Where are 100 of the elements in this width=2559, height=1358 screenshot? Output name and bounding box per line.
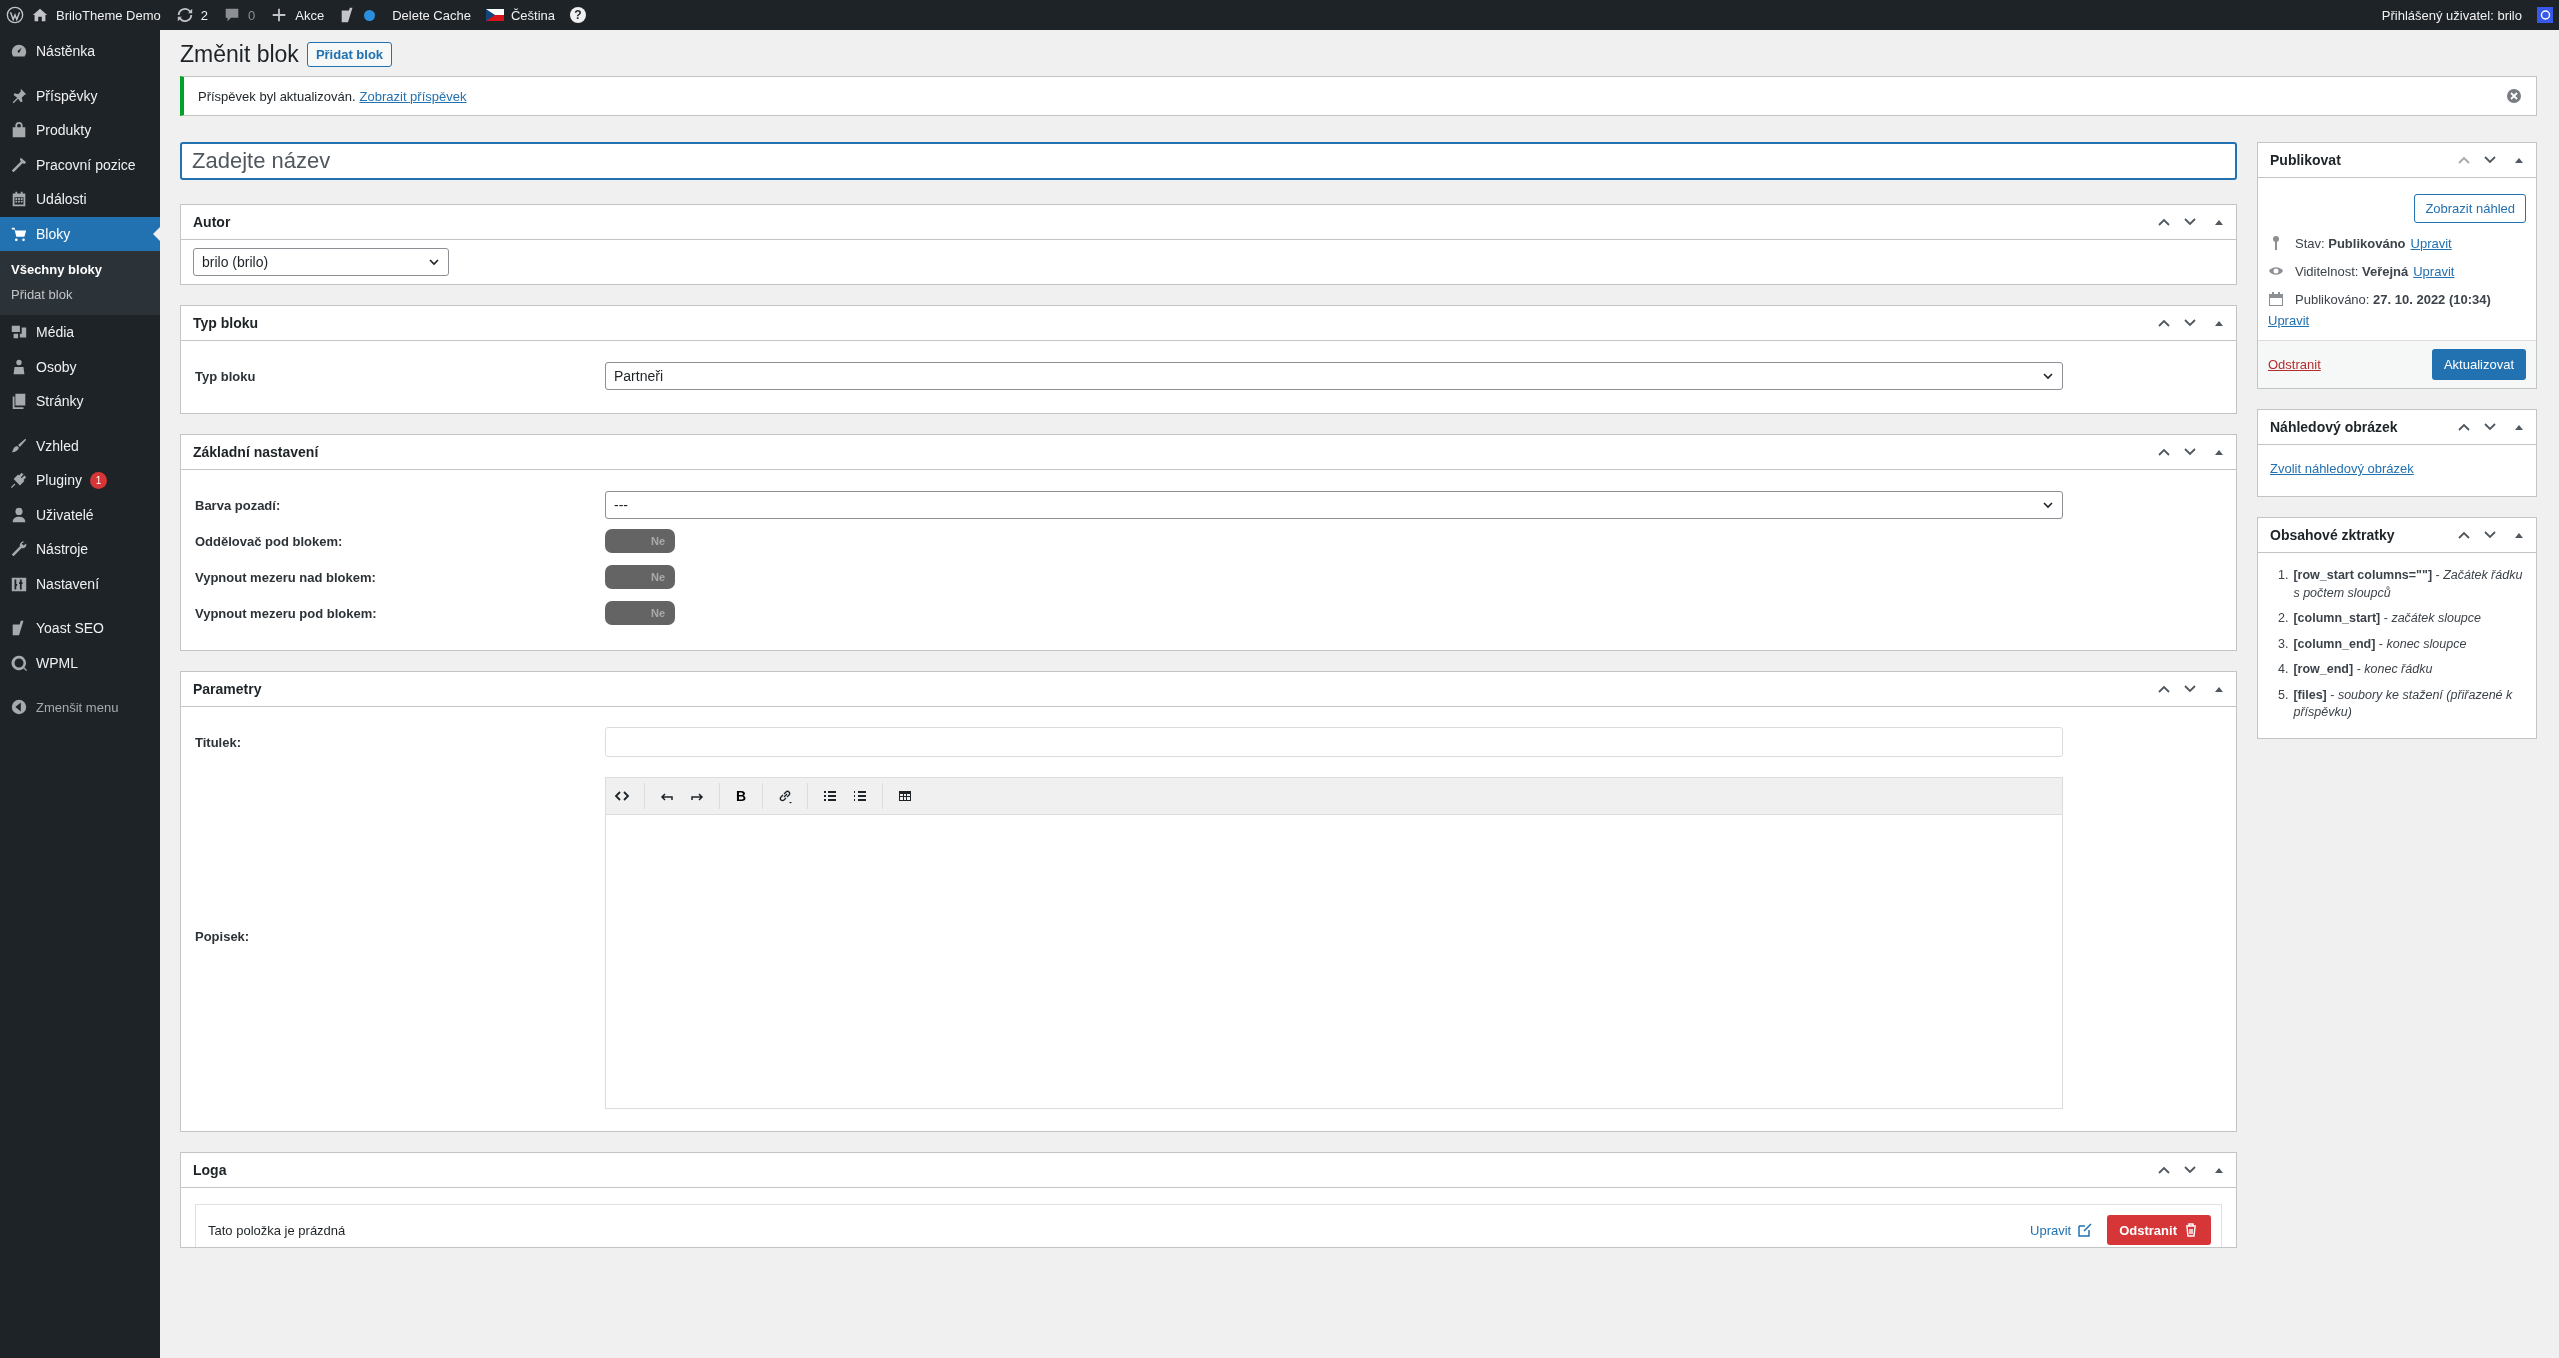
field-label: Barva pozadí: — [195, 497, 282, 513]
bullet-list-icon[interactable] — [822, 788, 839, 804]
count-badge: 1 — [89, 471, 107, 489]
edit-link[interactable]: Upravit — [2268, 313, 2310, 328]
select-field[interactable]: --- — [605, 491, 2063, 519]
edit-link[interactable]: Upravit — [2410, 235, 2452, 251]
remove-button[interactable]: Odstranit — [2107, 1215, 2211, 1245]
list-number: 2. — [2278, 610, 2289, 627]
preview-button[interactable]: Zobrazit náhled — [2414, 194, 2526, 223]
menu-item[interactable]: WPML — [0, 645, 160, 680]
add-new-button[interactable]: Přidat blok — [306, 42, 393, 67]
bag-icon — [10, 121, 28, 140]
numbered-list-icon[interactable] — [852, 788, 869, 804]
dropdown-caret-icon — [2042, 499, 2054, 511]
shortcut-text: [files] - soubory ke stažení (přiřazené k příspěvku) — [2293, 686, 2514, 721]
collapse-menu-button[interactable]: Zmenšit menu — [0, 690, 160, 725]
menu-item[interactable]: Nástroje — [0, 532, 160, 567]
menu-label: Yoast SEO — [36, 620, 104, 637]
published-date-text: Publikováno: 27. 10. 2022 (10:34) — [2295, 291, 2491, 307]
avatar-icon[interactable] — [2537, 7, 2553, 23]
refresh-icon[interactable] — [175, 6, 194, 24]
title-field[interactable]: Zadejte název — [180, 142, 2237, 180]
update-button[interactable]: Aktualizovat — [2431, 349, 2526, 380]
rich-text-editor[interactable]: B — [605, 777, 2063, 1109]
empty-item-text: Tato položka je prázdná — [208, 1222, 346, 1238]
menu-item[interactable]: Uživatelé — [0, 497, 160, 532]
field-label: Typ bloku — [195, 368, 257, 384]
submenu-item[interactable]: Všechny bloky — [0, 257, 160, 282]
menu-item[interactable]: Nástěnka — [0, 34, 160, 69]
author-select[interactable]: brilo (brilo) — [193, 248, 449, 276]
wordpress-logo-icon[interactable] — [6, 6, 24, 24]
box-title: Typ bloku — [193, 315, 260, 331]
menu-label: Média — [36, 324, 75, 341]
field-label: Vypnout mezeru pod blokem: — [195, 605, 378, 621]
table-icon[interactable] — [897, 788, 914, 804]
box-title: Parametry — [193, 681, 263, 697]
shortcut-text: [row_start columns=""] - Začátek řádku s počtem sloupců — [2293, 567, 2524, 602]
submenu-item[interactable]: Přidat blok — [0, 282, 160, 307]
set-featured-image-link[interactable]: Zvolit náhledový obrázek — [2270, 461, 2414, 476]
box-title: Základní nastavení — [193, 444, 320, 460]
edit-icon — [2077, 1222, 2094, 1238]
calendar-icon — [2268, 291, 2284, 307]
list-number: 3. — [2278, 635, 2289, 653]
bold-button[interactable]: B — [734, 788, 749, 804]
menu-label: Nástroje — [36, 541, 89, 558]
menu-label: Produkty — [36, 122, 92, 139]
text-field[interactable] — [605, 727, 2063, 757]
help-icon[interactable]: ? — [570, 7, 586, 23]
menu-item[interactable]: Příspěvky — [0, 78, 160, 113]
shortcut-text: [row_end] - konec řádku — [2293, 661, 2433, 678]
delete-cache-link[interactable]: Delete Cache — [392, 7, 471, 23]
edit-link[interactable]: Upravit — [2413, 263, 2455, 279]
box-title: Autor — [193, 214, 232, 230]
updates-count[interactable]: 2 — [200, 7, 208, 23]
dismiss-icon[interactable] — [2506, 88, 2522, 104]
collapse-icon — [10, 698, 28, 717]
edit-link[interactable]: Upravit — [2030, 1222, 2094, 1238]
select-field[interactable]: Partneři — [605, 362, 2063, 390]
menu-label: Vzhled — [36, 437, 79, 454]
flag-icon — [485, 9, 504, 21]
view-post-link[interactable]: Zobrazit příspěvek — [359, 88, 467, 104]
shortcut-text: [column_start] - začátek sloupce — [2293, 610, 2481, 627]
calendar-icon — [10, 190, 28, 209]
menu-item[interactable]: Yoast SEO — [0, 611, 160, 646]
menu-item[interactable]: Vzhled — [0, 428, 160, 463]
dropdown-caret-icon — [2042, 370, 2054, 382]
link-icon[interactable] — [777, 788, 794, 804]
field-label: Titulek: — [195, 734, 242, 750]
menu-label: Události — [36, 191, 87, 208]
menu-item[interactable]: Produkty — [0, 113, 160, 148]
user-greeting[interactable]: Přihlášený uživatel: brilo — [2381, 7, 2522, 23]
menu-item[interactable]: Pracovní pozice — [0, 147, 160, 182]
home-icon[interactable] — [31, 6, 49, 24]
list-number: 5. — [2278, 686, 2289, 704]
menu-item[interactable]: Události — [0, 182, 160, 217]
menu-item[interactable]: Osoby — [0, 349, 160, 384]
field-label: Oddělovač pod blokem: — [195, 533, 344, 549]
wrench-icon — [10, 540, 28, 559]
menu-label: Nastavení — [36, 575, 100, 592]
field-label: Popisek: — [195, 928, 251, 944]
menu-item[interactable]: Média — [0, 315, 160, 350]
visibility-text: Viditelnost: Veřejná — [2295, 263, 2409, 279]
language-switcher[interactable]: Čeština — [510, 7, 555, 23]
menu-label: Pracovní pozice — [36, 156, 136, 173]
pin-icon — [10, 86, 28, 105]
menu-label: Osoby — [36, 358, 77, 375]
comments-count[interactable]: 0 — [248, 7, 256, 23]
site-name-link[interactable]: BriloTheme Demo — [56, 7, 161, 23]
box-title: Publikovat — [2270, 152, 2342, 168]
dropdown-caret-icon — [428, 256, 440, 268]
box-title: Loga — [193, 1162, 228, 1178]
new-menu-label[interactable]: Akce — [295, 7, 325, 23]
menu-item[interactable]: Bloky — [0, 216, 160, 251]
delete-link[interactable]: Odstranit — [2268, 357, 2321, 372]
menu-item[interactable]: Pluginy 1 — [0, 463, 160, 498]
menu-label: Příspěvky — [36, 87, 98, 104]
menu-item[interactable]: Nastavení — [0, 566, 160, 601]
menu-label: Pluginy — [36, 472, 82, 489]
menu-item[interactable]: Stránky — [0, 384, 160, 419]
status-text: Stav: Publikováno — [2295, 235, 2406, 251]
